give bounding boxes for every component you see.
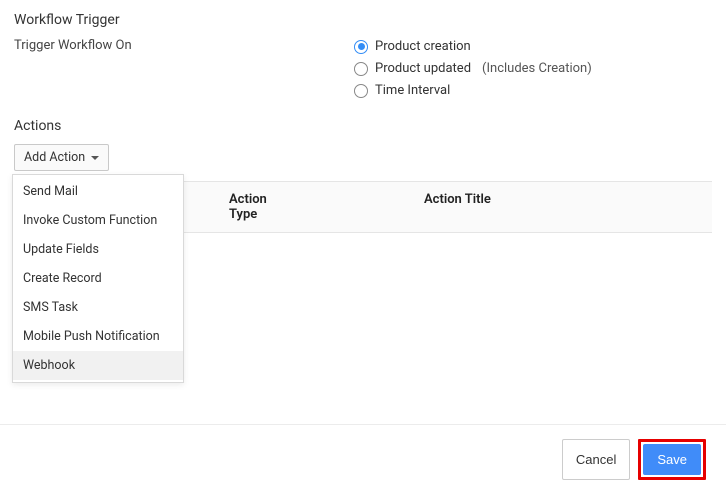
radio-product-updated[interactable]: Product updated (Includes Creation) <box>354 61 592 76</box>
column-action-title: Action Title <box>284 192 712 222</box>
trigger-radio-group: Product creation Product updated (Includ… <box>354 38 592 98</box>
menu-item-create-record[interactable]: Create Record <box>13 264 183 293</box>
chevron-down-icon <box>91 156 99 160</box>
menu-item-mobile-push-notification[interactable]: Mobile Push Notification <box>13 322 183 351</box>
radio-icon <box>354 40 368 54</box>
menu-item-send-mail[interactable]: Send Mail <box>13 177 183 206</box>
radio-time-interval[interactable]: Time Interval <box>354 83 592 98</box>
radio-label: Product updated <box>375 61 471 76</box>
radio-icon <box>354 84 368 98</box>
add-action-menu: Send Mail Invoke Custom Function Update … <box>12 174 184 383</box>
footer-bar: Cancel Save <box>0 424 726 500</box>
radio-label: Product creation <box>375 39 471 54</box>
menu-item-update-fields[interactable]: Update Fields <box>13 235 183 264</box>
trigger-field-row: Trigger Workflow On Product creation Pro… <box>14 38 712 98</box>
workflow-trigger-heading: Workflow Trigger <box>14 12 712 28</box>
radio-product-creation[interactable]: Product creation <box>354 39 592 54</box>
save-button[interactable]: Save <box>643 444 701 475</box>
add-action-label: Add Action <box>24 150 85 165</box>
menu-item-invoke-custom-function[interactable]: Invoke Custom Function <box>13 206 183 235</box>
radio-icon <box>354 62 368 76</box>
add-action-button[interactable]: Add Action <box>14 144 109 171</box>
menu-item-sms-task[interactable]: SMS Task <box>13 293 183 322</box>
trigger-workflow-on-label: Trigger Workflow On <box>14 38 354 53</box>
cancel-button[interactable]: Cancel <box>562 439 630 480</box>
menu-item-webhook[interactable]: Webhook <box>13 351 183 380</box>
radio-label: Time Interval <box>375 83 450 98</box>
actions-heading: Actions <box>14 118 712 134</box>
radio-label-extra: (Includes Creation) <box>482 61 592 76</box>
save-highlight-box: Save <box>638 439 706 480</box>
